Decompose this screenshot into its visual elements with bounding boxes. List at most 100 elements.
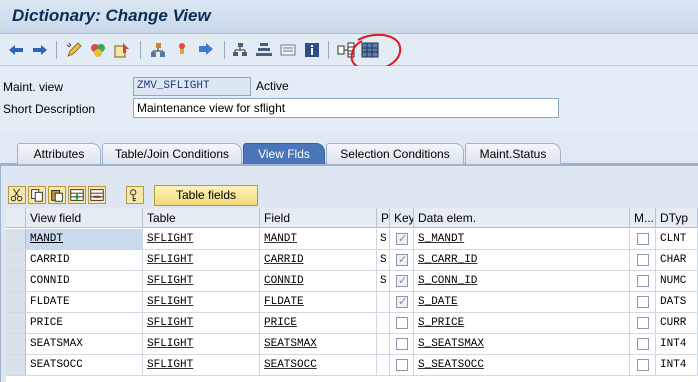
display-object-list-icon[interactable] (278, 40, 298, 60)
key-checkbox[interactable] (396, 253, 408, 266)
row-selector[interactable] (6, 229, 26, 250)
insert-row-button[interactable] (68, 186, 86, 204)
cell-mod[interactable] (630, 313, 656, 334)
tab-table-join-conditions[interactable]: Table/Join Conditions (102, 143, 242, 164)
column-header-data-element[interactable]: Data elem. (414, 208, 630, 228)
cell-data-element[interactable]: S_SEATSMAX (414, 334, 630, 355)
cell-data-element[interactable]: S_CARR_ID (414, 250, 630, 271)
table-row[interactable]: SEATSMAX SFLIGHT SEATSMAX S_SEATSMAX INT4 (6, 334, 698, 355)
info-icon[interactable] (302, 40, 322, 60)
cell-data-element[interactable]: S_PRICE (414, 313, 630, 334)
cell-key[interactable] (390, 292, 414, 313)
row-selector[interactable] (6, 271, 26, 292)
cell-mod[interactable] (630, 250, 656, 271)
cell-view-field[interactable]: FLDATE (26, 292, 143, 313)
cell-table[interactable]: SFLIGHT (143, 271, 260, 292)
cell-table[interactable]: SFLIGHT (143, 292, 260, 313)
table-row[interactable]: FLDATESFLIGHTFLDATE S_DATE DATS (6, 292, 698, 313)
cell-key[interactable] (390, 271, 414, 292)
table-row[interactable]: MANDTSFLIGHTMANDTSS_MANDTCLNT (6, 229, 698, 250)
key-checkbox[interactable] (396, 359, 408, 371)
mod-checkbox[interactable] (637, 296, 649, 308)
short-description-field[interactable]: Maintenance view for sflight (133, 98, 559, 118)
cell-mod[interactable] (630, 292, 656, 313)
cell-data-element[interactable]: S_DATE (414, 292, 630, 313)
cell-table[interactable]: SFLIGHT (143, 229, 260, 250)
cell-key[interactable] (390, 229, 414, 250)
mod-checkbox[interactable] (637, 317, 649, 329)
tab-attributes[interactable]: Attributes (17, 143, 101, 164)
cell-table[interactable]: SFLIGHT (143, 250, 260, 271)
row-selector[interactable] (6, 250, 26, 271)
cell-table[interactable]: SFLIGHT (143, 334, 260, 355)
table-row[interactable]: SEATSOCC SFLIGHT SEATSOCC S_SEATSOCC INT4 (6, 355, 698, 376)
cell-view-field[interactable]: CONNID (26, 271, 143, 292)
cell-mod[interactable] (630, 355, 656, 376)
column-header-field[interactable]: Field (260, 208, 377, 228)
row-selector[interactable] (6, 355, 26, 376)
cell-table[interactable]: SFLIGHT (143, 355, 260, 376)
cell-field[interactable]: CARRID (260, 250, 377, 271)
display-change-pencil-icon[interactable] (64, 40, 84, 60)
other-object-icon[interactable] (172, 40, 192, 60)
key-checkbox[interactable] (396, 317, 408, 329)
key-checkbox[interactable] (396, 295, 408, 308)
cell-key[interactable] (390, 313, 414, 334)
layout-icon[interactable] (254, 40, 274, 60)
mod-checkbox[interactable] (637, 359, 649, 371)
cell-key[interactable] (390, 355, 414, 376)
cell-data-element[interactable]: S_CONN_ID (414, 271, 630, 292)
column-header-view-field[interactable]: View field (26, 208, 143, 228)
key-checkbox[interactable] (396, 274, 408, 287)
cell-table[interactable]: SFLIGHT (143, 313, 260, 334)
paste-button[interactable] (48, 186, 66, 204)
cell-data-element[interactable]: S_MANDT (414, 229, 630, 250)
row-selector[interactable] (6, 313, 26, 334)
tab-maint-status[interactable]: Maint.Status (465, 143, 561, 164)
table-fields-button[interactable]: Table fields (154, 185, 258, 206)
mod-checkbox[interactable] (637, 275, 649, 287)
column-header-p[interactable]: P (377, 208, 390, 228)
check-objects-icon[interactable] (88, 40, 108, 60)
cut-button[interactable] (8, 186, 26, 204)
table-row[interactable]: PRICE SFLIGHT PRICE S_PRICE CURR (6, 313, 698, 334)
cell-view-field[interactable]: CARRID (26, 250, 143, 271)
column-header-dtyp[interactable]: DTyp (656, 208, 698, 228)
select-all-header[interactable] (6, 208, 26, 228)
cell-mod[interactable] (630, 271, 656, 292)
cell-field[interactable]: MANDT (260, 229, 377, 250)
row-selector[interactable] (6, 292, 26, 313)
cell-field[interactable]: CONNID (260, 271, 377, 292)
column-header-key[interactable]: Key (390, 208, 414, 228)
cell-field[interactable]: FLDATE (260, 292, 377, 313)
hierarchy-icon[interactable] (230, 40, 250, 60)
activate-icon[interactable] (112, 40, 132, 60)
cell-view-field[interactable]: SEATSOCC (26, 355, 143, 376)
cell-field[interactable]: SEATSOCC (260, 355, 377, 376)
key-checkbox[interactable] (396, 232, 408, 245)
cell-mod[interactable] (630, 229, 656, 250)
selection-help-button[interactable] (126, 186, 144, 204)
forward-arrow-icon[interactable] (30, 40, 50, 60)
delete-row-button[interactable] (88, 186, 106, 204)
key-checkbox[interactable] (396, 338, 408, 350)
cell-view-field[interactable]: PRICE (26, 313, 143, 334)
cell-mod[interactable] (630, 334, 656, 355)
cell-view-field[interactable]: MANDT (26, 229, 143, 250)
cell-field[interactable]: SEATSMAX (260, 334, 377, 355)
row-selector[interactable] (6, 334, 26, 355)
column-header-mod[interactable]: M... (630, 208, 656, 228)
mod-checkbox[interactable] (637, 338, 649, 350)
tab-view-flds[interactable]: View Flds (243, 143, 325, 164)
mod-checkbox[interactable] (637, 233, 649, 245)
cell-key[interactable] (390, 250, 414, 271)
cell-key[interactable] (390, 334, 414, 355)
copy-button[interactable] (28, 186, 46, 204)
column-header-table[interactable]: Table (143, 208, 260, 228)
mod-checkbox[interactable] (637, 254, 649, 266)
back-arrow-icon[interactable] (6, 40, 26, 60)
tab-selection-conditions[interactable]: Selection Conditions (326, 143, 464, 164)
where-used-list-icon[interactable] (148, 40, 168, 60)
navigation-window-icon[interactable] (196, 40, 216, 60)
maint-view-field[interactable]: ZMV_SFLIGHT (133, 77, 251, 96)
